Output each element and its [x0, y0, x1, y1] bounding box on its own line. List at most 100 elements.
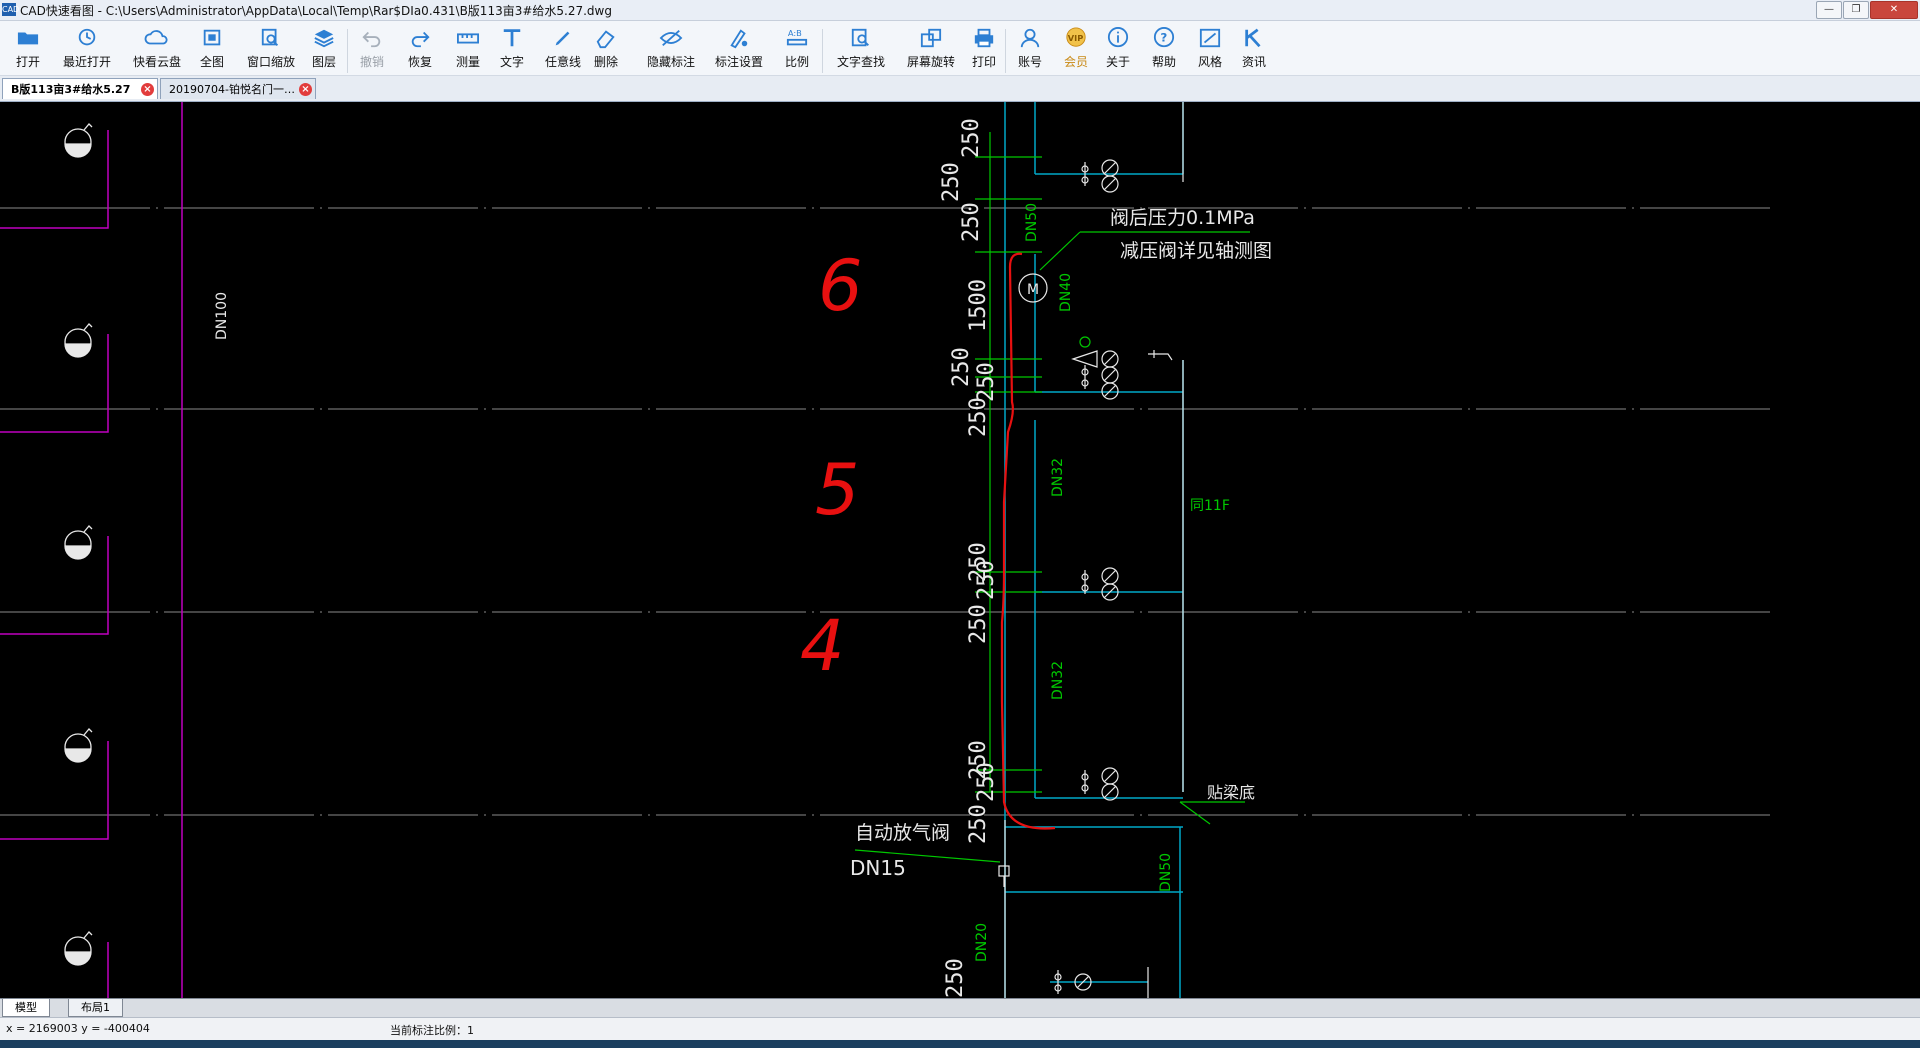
- tab-label: 20190704-铂悦名门一…: [169, 83, 295, 96]
- note-dn15: DN15: [850, 856, 906, 880]
- close-button[interactable]: ✕: [1870, 1, 1918, 19]
- cloud-button[interactable]: 快看云盘: [122, 25, 192, 73]
- hidemark-button[interactable]: 隐藏标注: [638, 25, 704, 73]
- svg-text:250: 250: [943, 958, 968, 998]
- freeline-button[interactable]: 任意线: [538, 25, 588, 73]
- help-button[interactable]: ? 帮助: [1144, 25, 1184, 73]
- measure-button[interactable]: 测量: [448, 25, 488, 73]
- app-icon: CAD: [2, 3, 20, 16]
- document-tab-bar: B版113亩3#给水5.27 × 20190704-铂悦名门一… ×: [0, 76, 1920, 102]
- svg-text:250: 250: [959, 202, 984, 242]
- note-airvalve: 自动放气阀: [855, 822, 950, 844]
- cursor-coordinates: x = 2169003 y = -400404: [6, 1022, 150, 1035]
- measure-label: 测量: [455, 55, 480, 69]
- text-label: 文字: [499, 55, 524, 69]
- tab-label: B版113亩3#给水5.27: [11, 83, 131, 96]
- svg-text:250: 250: [966, 397, 991, 437]
- svg-text:250: 250: [959, 118, 984, 158]
- layers-label: 图层: [311, 55, 336, 69]
- svg-text:1500: 1500: [966, 279, 991, 332]
- vip-icon: VIP: [1066, 27, 1086, 47]
- tab-document-1[interactable]: B版113亩3#给水5.27 ×: [2, 78, 158, 99]
- svg-text:DN50: DN50: [1158, 853, 1174, 892]
- recent-button[interactable]: 最近打开: [52, 25, 122, 73]
- svg-text:250: 250: [966, 804, 991, 844]
- note-valve: 减压阀详见轴测图: [1120, 240, 1272, 262]
- valve-symbols: [998, 159, 1173, 994]
- svg-text:VIP: VIP: [1068, 33, 1084, 43]
- pen-icon: [555, 31, 570, 46]
- drawing-canvas[interactable]: DN100 M 250 250 250 1500 250 250 250 250…: [0, 102, 1920, 998]
- handwritten-4: 4: [800, 605, 845, 687]
- rotate-button[interactable]: 屏幕旋转: [896, 25, 966, 73]
- delete-button[interactable]: 删除: [586, 25, 626, 73]
- minimize-button[interactable]: —: [1816, 1, 1842, 19]
- handwritten-5: 5: [815, 449, 860, 531]
- handwritten-numbers: 6 5 4: [800, 245, 863, 687]
- svg-text:250: 250: [974, 362, 999, 402]
- account-button[interactable]: 账号: [1010, 25, 1050, 73]
- label-dn100: DN100: [214, 292, 230, 340]
- open-button[interactable]: 打开: [8, 25, 48, 73]
- windowzoom-button[interactable]: 窗口缩放: [236, 25, 306, 73]
- print-label: 打印: [971, 55, 996, 69]
- restore-button[interactable]: ❐: [1843, 1, 1869, 19]
- tab-layout1[interactable]: 布局1: [68, 999, 123, 1017]
- help-label: 帮助: [1151, 55, 1176, 69]
- undo-label: 撤销: [359, 55, 384, 69]
- textsearch-label: 文字查找: [836, 55, 885, 69]
- redo-button[interactable]: 恢复: [400, 25, 440, 73]
- mark-settings-icon: [730, 29, 748, 49]
- open-label: 打开: [15, 55, 40, 69]
- undo-icon: [362, 31, 381, 48]
- style-icon: [1199, 28, 1221, 48]
- svg-text:250: 250: [974, 762, 999, 802]
- svg-text:A:B: A:B: [788, 28, 802, 38]
- eye-off-icon: [659, 29, 683, 47]
- status-bar: x = 2169003 y = -400404 当前标注比例：1: [0, 1017, 1920, 1040]
- printer-icon: [974, 28, 994, 48]
- tab-document-2[interactable]: 20190704-铂悦名门一… ×: [160, 78, 316, 99]
- news-button[interactable]: 资讯: [1234, 25, 1274, 73]
- recent-label: 最近打开: [62, 55, 111, 69]
- svg-text:DN32: DN32: [1050, 661, 1066, 700]
- close-tab-icon[interactable]: ×: [141, 83, 154, 96]
- title-bar: CAD CAD快速看图 - C:\Users\Administrator\App…: [0, 0, 1920, 21]
- layers-button[interactable]: 图层: [304, 25, 344, 73]
- style-button[interactable]: 风格: [1190, 25, 1230, 73]
- window-title: CAD快速看图 - C:\Users\Administrator\AppData…: [20, 4, 612, 18]
- toolbar-separator: [347, 29, 348, 73]
- text-search-icon: [851, 28, 869, 47]
- cloud-label: 快看云盘: [132, 55, 181, 69]
- text-icon: [503, 29, 521, 47]
- textsearch-button[interactable]: 文字查找: [826, 25, 896, 73]
- meter-symbol: M: [1027, 282, 1039, 298]
- vip-label: 会员: [1063, 55, 1088, 69]
- help-icon: ?: [1153, 27, 1175, 48]
- grid-lines: [0, 207, 1770, 816]
- print-button[interactable]: 打印: [964, 25, 1004, 73]
- news-icon: [1245, 28, 1261, 48]
- toolbar-separator: [1005, 29, 1006, 73]
- vip-button[interactable]: VIP 会员: [1056, 25, 1096, 73]
- about-button[interactable]: 关于: [1098, 25, 1138, 73]
- marksettings-button[interactable]: 标注设置: [706, 25, 772, 73]
- freeline-label: 任意线: [544, 55, 581, 69]
- svg-text:250: 250: [939, 162, 964, 202]
- windowzoom-label: 窗口缩放: [246, 55, 295, 69]
- marksettings-label: 标注设置: [714, 55, 763, 69]
- cloud-icon: [144, 30, 168, 45]
- scale-button[interactable]: A:B 比例: [774, 25, 820, 73]
- info-icon: [1107, 27, 1129, 48]
- scale-icon: A:B: [786, 28, 808, 46]
- user-icon: [1020, 28, 1040, 48]
- undo-button[interactable]: 撤销: [352, 25, 392, 73]
- note-pressure: 阀后压力0.1MPa: [1110, 207, 1255, 229]
- tab-model[interactable]: 模型: [2, 999, 50, 1017]
- annotation-scale: 当前标注比例：1: [390, 1024, 474, 1037]
- fullview-button[interactable]: 全图: [192, 25, 232, 73]
- close-tab-icon[interactable]: ×: [299, 83, 312, 96]
- layers-icon: [314, 29, 334, 48]
- text-button[interactable]: 文字: [492, 25, 532, 73]
- svg-text:250: 250: [966, 604, 991, 644]
